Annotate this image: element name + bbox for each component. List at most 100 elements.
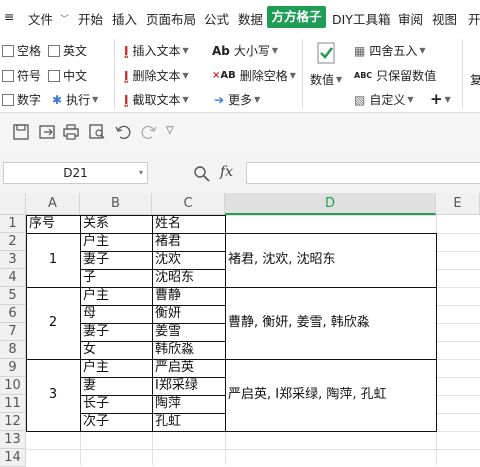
save-icon[interactable]: [12, 123, 32, 141]
group-number-cell[interactable]: 2: [26, 314, 80, 332]
row-header-4[interactable]: 4: [0, 269, 26, 287]
relation-cell[interactable]: 子: [80, 269, 96, 287]
merged-names-cell[interactable]: 曹静, 衡妍, 姜雪, 韩欣淼: [225, 314, 370, 332]
menu-insert[interactable]: 插入: [112, 9, 137, 28]
row-header-5[interactable]: 5: [0, 287, 26, 305]
number-button[interactable]: 数值 ▼: [310, 71, 342, 88]
undo-icon[interactable]: [114, 123, 134, 141]
row-header-14[interactable]: 14: [0, 449, 26, 467]
checkbox-number[interactable]: 数字: [2, 91, 41, 108]
zoom-icon[interactable]: [193, 165, 211, 183]
header-cell-name[interactable]: 姓名: [152, 215, 181, 233]
row-header-13[interactable]: 13: [0, 431, 26, 449]
column-header-b[interactable]: B: [80, 193, 152, 215]
name-cell[interactable]: 沈昭东: [152, 269, 194, 287]
checkbox-space[interactable]: 空格: [2, 42, 41, 59]
gridline: [436, 377, 480, 378]
name-cell[interactable]: 姜雪: [152, 323, 181, 341]
relation-cell[interactable]: 妻子: [80, 251, 109, 269]
menu-fangfangezi[interactable]: 方方格子: [267, 6, 326, 28]
row-header-8[interactable]: 8: [0, 341, 26, 359]
menu-view[interactable]: 视图: [432, 9, 457, 28]
column-header-c[interactable]: C: [152, 193, 225, 215]
relation-cell[interactable]: 妻: [80, 377, 96, 395]
relation-cell[interactable]: 户主: [80, 359, 109, 377]
menu-home[interactable]: 开始: [78, 9, 103, 28]
menu-review[interactable]: 审阅: [398, 9, 423, 28]
checkbox-symbol[interactable]: 符号: [2, 67, 41, 84]
fx-icon[interactable]: fx: [220, 164, 233, 180]
number-icon[interactable]: [312, 41, 340, 67]
relation-cell[interactable]: 母: [80, 305, 96, 323]
menu-more[interactable]: 开: [468, 9, 480, 28]
menu-data[interactable]: 数据: [238, 9, 263, 28]
group-number-cell[interactable]: 1: [26, 251, 80, 269]
delete-text-button[interactable]: I͈ 删除文本 ▼: [124, 67, 189, 84]
relation-cell[interactable]: 户主: [80, 287, 109, 305]
menu-file[interactable]: 文件: [28, 9, 53, 28]
relation-cell[interactable]: 女: [80, 341, 96, 359]
row-header-10[interactable]: 10: [0, 377, 26, 395]
hamburger-icon[interactable]: ≡: [4, 9, 14, 24]
name-cell[interactable]: 沈欢: [152, 251, 181, 269]
row-header-6[interactable]: 6: [0, 305, 26, 323]
keep-value-button[interactable]: ABC 只保留数值: [354, 67, 436, 84]
more-button[interactable]: ➔ 更多 ▼: [214, 91, 260, 108]
chevron-down-icon[interactable]: ▾: [139, 163, 143, 183]
menu-page-layout[interactable]: 页面布局: [146, 9, 196, 28]
select-all-corner[interactable]: [0, 193, 26, 215]
extract-text-button[interactable]: I͈ 截取文本 ▼: [124, 91, 189, 108]
custom-button[interactable]: ▧ 自定义 ▼: [354, 91, 414, 108]
name-cell[interactable]: 孔虹: [152, 413, 181, 431]
row-header-12[interactable]: 12: [0, 413, 26, 431]
menu-formulas[interactable]: 公式: [204, 9, 229, 28]
plus-button[interactable]: + ▼: [430, 90, 451, 108]
gridline: [436, 341, 480, 342]
relation-cell[interactable]: 户主: [80, 233, 109, 251]
gridline: [436, 395, 480, 396]
row-header-11[interactable]: 11: [0, 395, 26, 413]
header-cell-relation[interactable]: 关系: [80, 215, 109, 233]
name-box[interactable]: D21 ▾: [3, 162, 148, 184]
chevron-down-icon[interactable]: ﹀: [60, 12, 69, 25]
copy-button[interactable]: 复: [470, 71, 480, 88]
customize-toolbar-icon[interactable]: ▽: [166, 125, 174, 136]
relation-cell[interactable]: 次子: [80, 413, 109, 431]
column-header-e[interactable]: E: [436, 193, 480, 215]
name-cell[interactable]: I郑采绿: [152, 377, 198, 395]
merged-names-cell[interactable]: 严启英, I郑采绿, 陶萍, 孔虹: [225, 386, 387, 404]
delete-space-button[interactable]: ×AB 删除空格 ▼: [212, 67, 296, 84]
column-header-a[interactable]: A: [26, 193, 80, 215]
export-icon[interactable]: [38, 123, 58, 141]
row-header-9[interactable]: 9: [0, 359, 26, 377]
name-cell[interactable]: 曹静: [152, 287, 181, 305]
header-cell-no[interactable]: 序号: [26, 215, 55, 233]
case-button[interactable]: Ab 大小写 ▼: [212, 42, 278, 59]
print-preview-icon[interactable]: [88, 123, 108, 141]
round-button[interactable]: ▦ 四舍五入 ▼: [354, 42, 426, 59]
relation-cell[interactable]: 妻子: [80, 323, 109, 341]
row-header-2[interactable]: 2: [0, 233, 26, 251]
checkbox-english[interactable]: 英文: [48, 42, 87, 59]
redo-icon[interactable]: [140, 123, 160, 141]
name-cell[interactable]: 陶萍: [152, 395, 181, 413]
name-cell[interactable]: 衡妍: [152, 305, 181, 323]
spreadsheet-grid[interactable]: A B C D E 1 2 3 4 5 6 7 8 9 10 11 12 13 …: [0, 193, 480, 467]
menu-diy-toolbox[interactable]: DIY工具箱: [332, 9, 390, 28]
execute-button[interactable]: ✱ 执行 ▼: [52, 91, 98, 108]
column-header-d[interactable]: D: [225, 193, 436, 215]
group-number-cell[interactable]: 3: [26, 386, 80, 404]
checkbox-chinese[interactable]: 中文: [48, 67, 87, 84]
merged-names-cell[interactable]: 褚君, 沈欢, 沈昭东: [225, 251, 336, 269]
insert-text-button[interactable]: I͈ 插入文本 ▼: [124, 42, 189, 59]
row-header-7[interactable]: 7: [0, 323, 26, 341]
name-cell[interactable]: 韩欣淼: [152, 341, 194, 359]
name-cell[interactable]: 褚君: [152, 233, 181, 251]
relation-cell[interactable]: 长子: [80, 395, 109, 413]
row-header-1[interactable]: 1: [0, 215, 26, 233]
formula-input[interactable]: [246, 162, 480, 184]
name-cell[interactable]: 严启英: [152, 359, 194, 377]
print-icon[interactable]: [62, 123, 82, 141]
row-header-3[interactable]: 3: [0, 251, 26, 269]
insert-text-icon: I͈: [124, 43, 129, 58]
